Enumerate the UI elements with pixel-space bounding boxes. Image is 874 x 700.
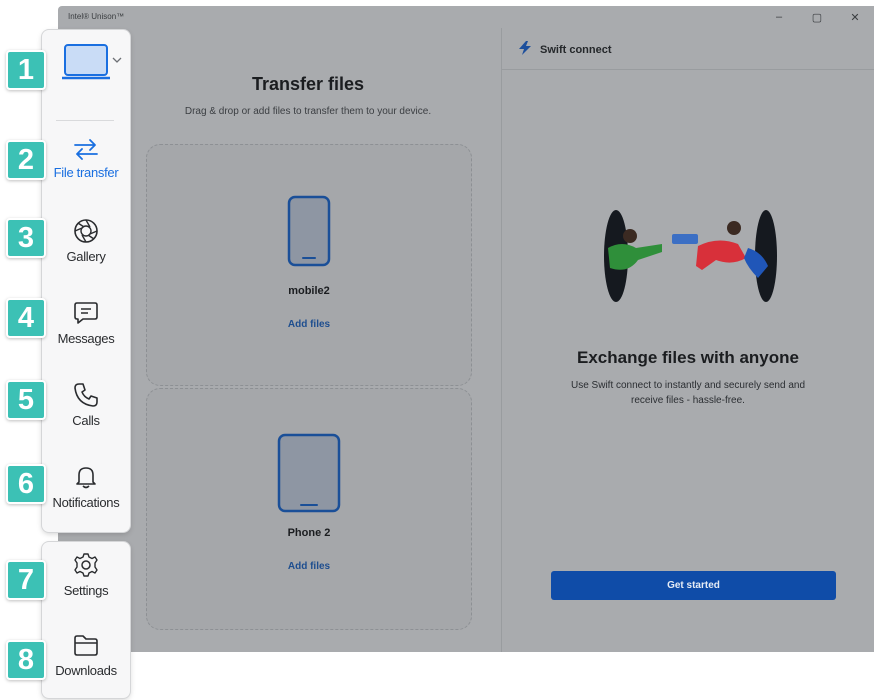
folder-icon bbox=[74, 635, 98, 656]
nav-label: File transfer bbox=[53, 165, 119, 180]
nav-item-downloads[interactable]: Downloads bbox=[42, 634, 130, 678]
aperture-icon bbox=[74, 219, 98, 243]
nav-label: Settings bbox=[63, 583, 109, 598]
nav-label: Gallery bbox=[66, 249, 106, 264]
nav-item-calls[interactable]: Calls bbox=[42, 382, 130, 428]
app-window: Intel® Unison™ – ▢ ✕ Transfer files Drag… bbox=[58, 6, 874, 652]
swift-header: Swift connect bbox=[502, 28, 874, 70]
nav-item-messages[interactable]: Messages bbox=[42, 300, 130, 346]
nav-item-notifications[interactable]: Notifications bbox=[42, 464, 130, 510]
title-bar: Intel® Unison™ – ▢ ✕ bbox=[58, 6, 874, 28]
phone-icon bbox=[74, 383, 98, 407]
exchange-heading: Exchange files with anyone bbox=[576, 348, 799, 367]
message-icon bbox=[74, 302, 98, 324]
device-drop-zone-phone2[interactable]: Phone 2 Add files bbox=[146, 388, 472, 630]
nav-panel-bottom: Settings Downloads bbox=[42, 542, 130, 698]
nav-item-file-transfer[interactable]: File transfer bbox=[42, 138, 130, 180]
tablet-icon bbox=[277, 433, 341, 513]
callout-badge-4: 4 bbox=[6, 298, 46, 338]
nav-separator bbox=[56, 120, 114, 121]
device-drop-zone-mobile2[interactable]: mobile2 Add files bbox=[146, 144, 472, 386]
smartphone-icon bbox=[287, 195, 331, 267]
callout-badge-1: 1 bbox=[6, 50, 46, 90]
maximize-button[interactable]: ▢ bbox=[798, 6, 836, 28]
lightning-icon bbox=[519, 41, 531, 55]
window-controls: – ▢ ✕ bbox=[760, 6, 874, 28]
bell-icon bbox=[76, 467, 96, 489]
exchange-illustration bbox=[604, 210, 777, 302]
window-title: Intel® Unison™ bbox=[68, 12, 125, 21]
exchange-description: Use Swift connect to instantly and secur… bbox=[570, 380, 806, 406]
get-started-button[interactable]: Get started bbox=[551, 571, 836, 600]
gear-icon bbox=[74, 553, 98, 577]
callout-badge-6: 6 bbox=[6, 464, 46, 504]
laptop-icon[interactable] bbox=[62, 44, 110, 80]
transfer-subtitle: Drag & drop or add files to transfer the… bbox=[184, 106, 432, 117]
minimize-button[interactable]: – bbox=[760, 6, 798, 28]
add-files-link[interactable]: Add files bbox=[147, 319, 471, 330]
swift-connect-pane: Swift connect Exchange files with anyone… bbox=[502, 28, 874, 652]
nav-label: Notifications bbox=[52, 495, 120, 510]
arrows-swap-icon bbox=[74, 139, 98, 160]
device-name: Phone 2 bbox=[287, 527, 331, 539]
chevron-down-icon[interactable] bbox=[112, 56, 122, 64]
nav-label: Downloads bbox=[55, 663, 117, 678]
nav-label: Messages bbox=[57, 331, 115, 346]
close-button[interactable]: ✕ bbox=[836, 6, 874, 28]
callout-badge-7: 7 bbox=[6, 560, 46, 600]
callout-badge-2: 2 bbox=[6, 140, 46, 180]
nav-item-settings[interactable]: Settings bbox=[42, 552, 130, 598]
stage: Intel® Unison™ – ▢ ✕ Transfer files Drag… bbox=[0, 0, 874, 700]
callout-badge-8: 8 bbox=[6, 640, 46, 680]
swift-header-label: Swift connect bbox=[540, 44, 612, 56]
nav-panel-main: File transfer Gallery Messages Calls Not… bbox=[42, 30, 130, 532]
callout-badge-3: 3 bbox=[6, 218, 46, 258]
add-files-link[interactable]: Add files bbox=[147, 561, 471, 572]
callout-badge-5: 5 bbox=[6, 380, 46, 420]
nav-label: Calls bbox=[72, 413, 100, 428]
nav-item-gallery[interactable]: Gallery bbox=[42, 218, 130, 264]
device-name: mobile2 bbox=[288, 285, 330, 297]
transfer-title: Transfer files bbox=[251, 74, 365, 94]
